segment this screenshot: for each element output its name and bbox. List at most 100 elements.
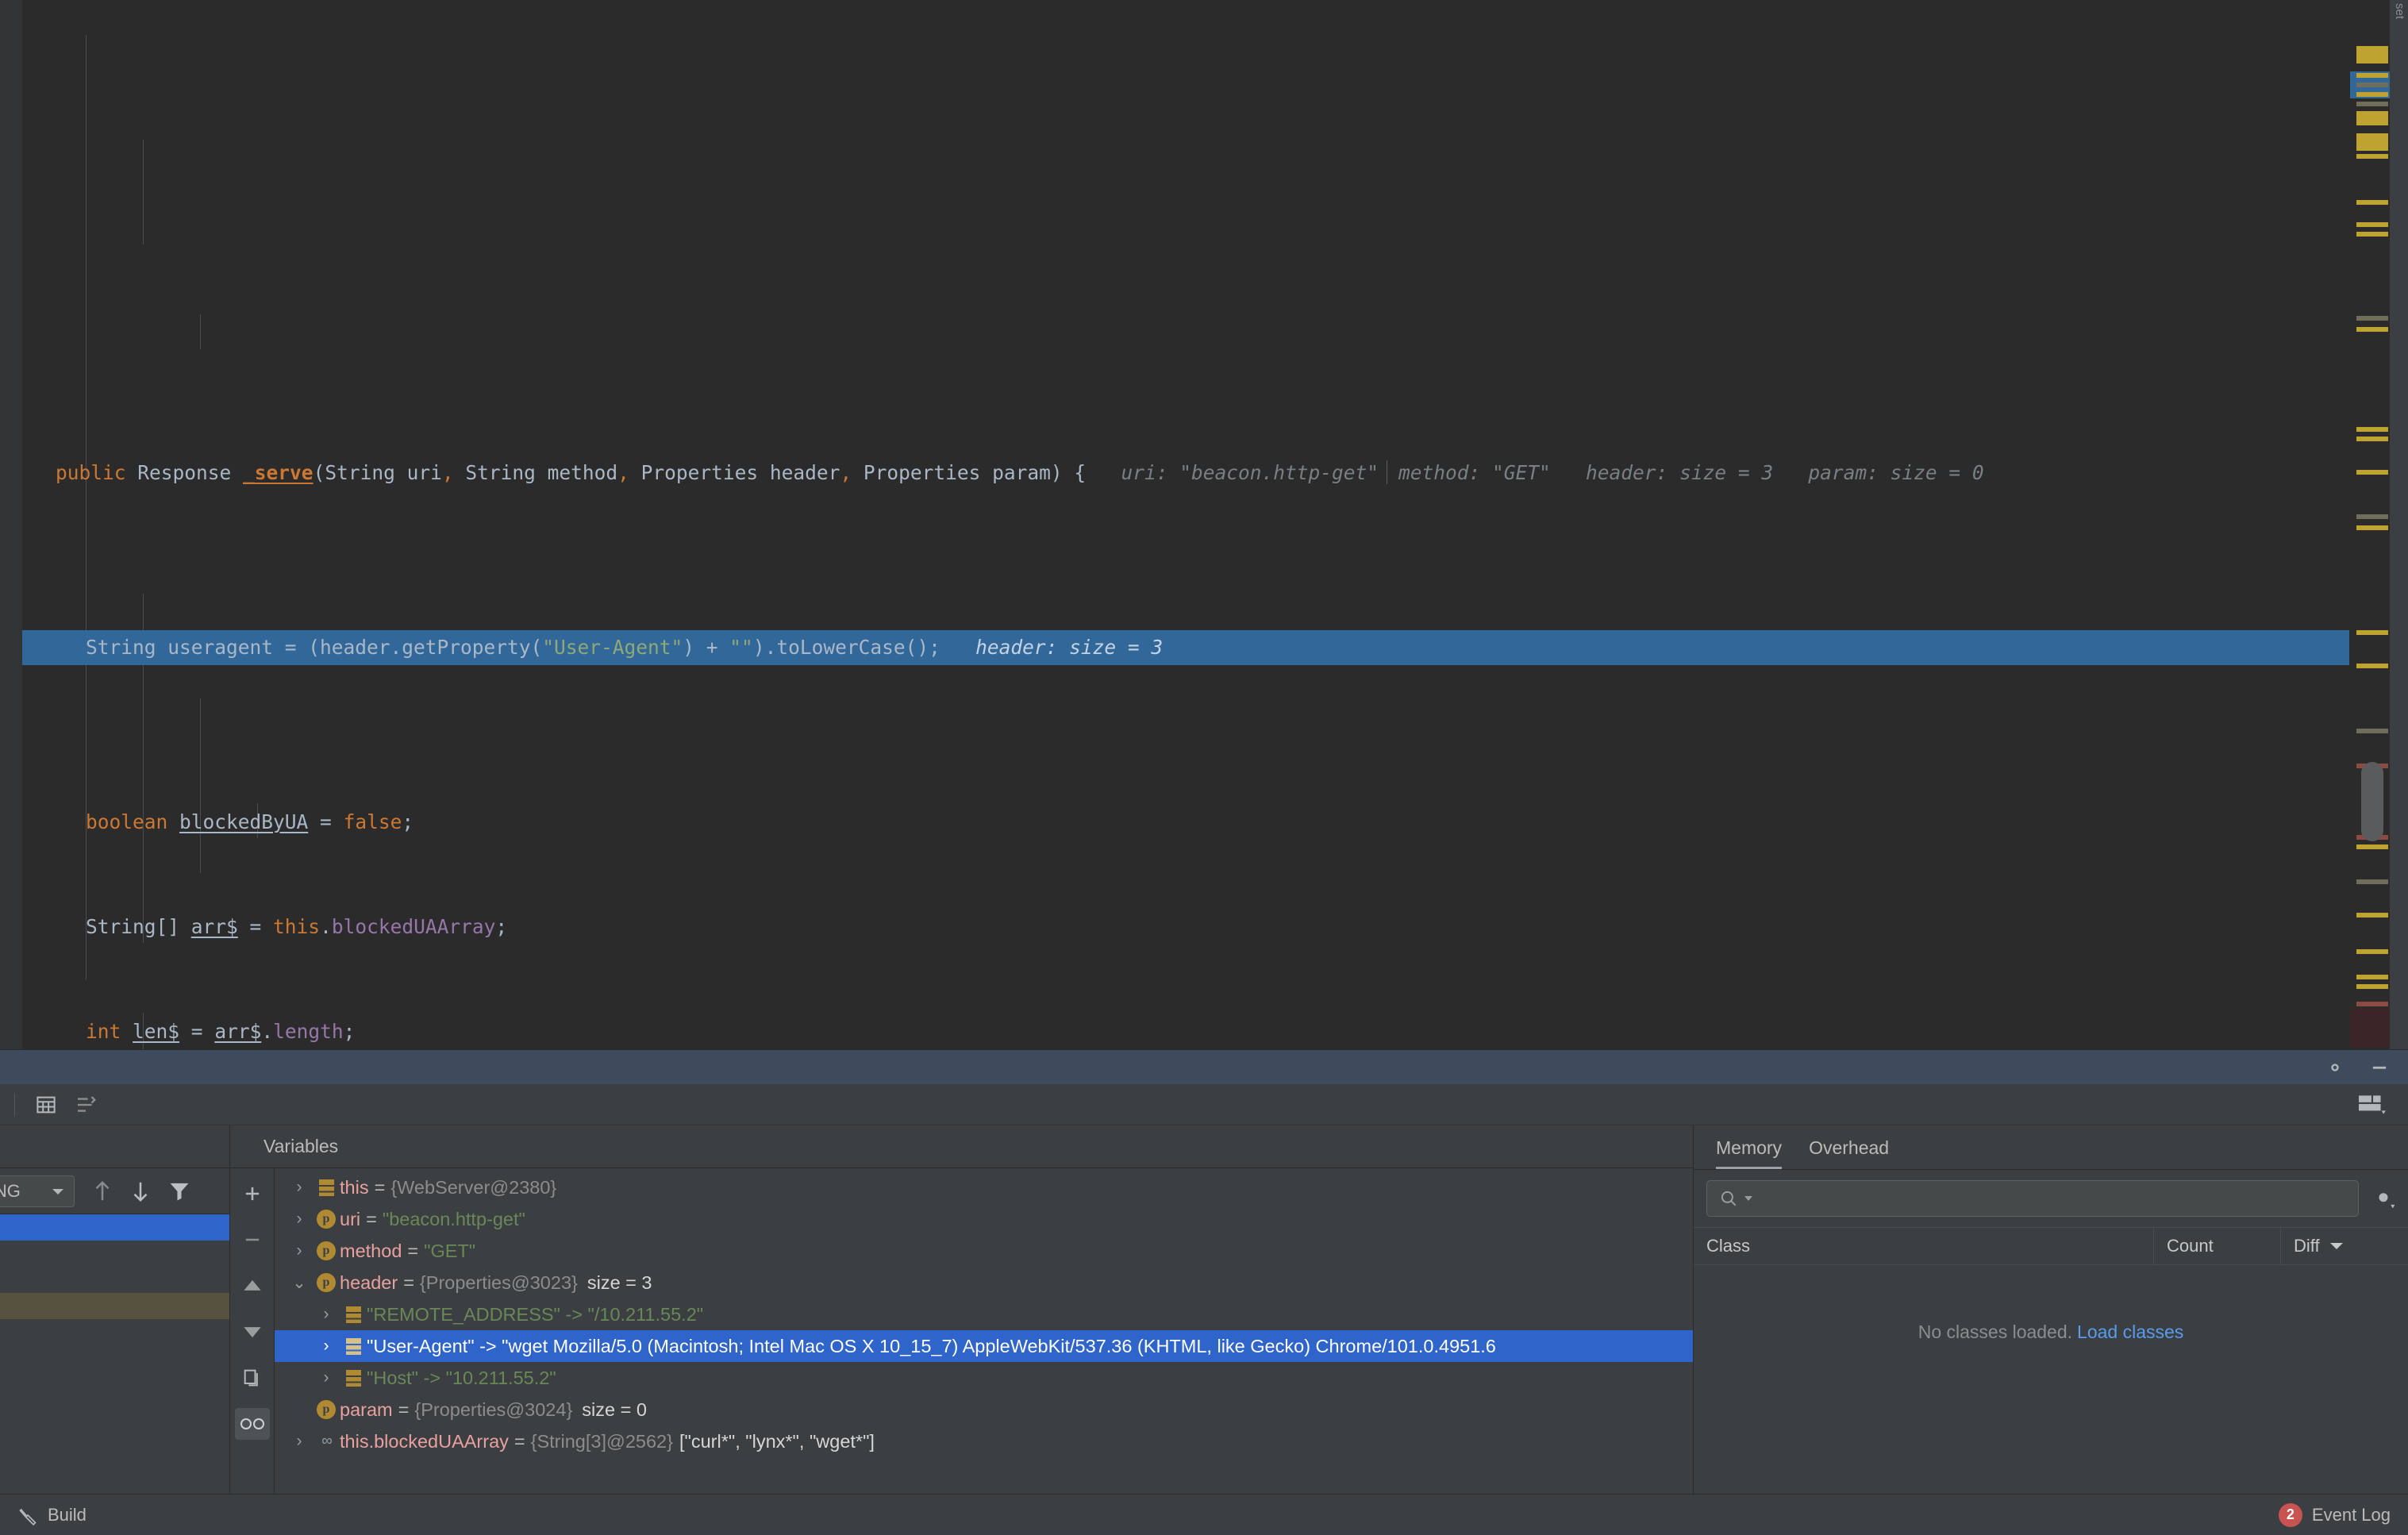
add-watch-button[interactable] (235, 1178, 270, 1210)
variable-row-user-agent[interactable]: › "User-Agent" -> "wget Mozilla/5.0 (Mac… (275, 1330, 1693, 1362)
frames-list[interactable] (0, 1214, 229, 1494)
memory-panel: Memory Overhead Class Count Diff No clas… (1694, 1125, 2408, 1494)
variables-tree[interactable]: › this = {WebServer@2380} › p uri = "bea… (275, 1168, 1693, 1494)
arrow-up-icon[interactable] (92, 1179, 113, 1203)
variable-row-this[interactable]: › this = {WebServer@2380} (275, 1171, 1693, 1203)
variable-row-header[interactable]: ⌄ p header = {Properties@3023} size = 3 (275, 1267, 1693, 1298)
expand-chevron-icon[interactable]: › (286, 1432, 313, 1451)
chevron-down-icon (50, 1186, 66, 1197)
memory-empty-text: No classes loaded. (1918, 1321, 2073, 1342)
remove-watch-button[interactable] (235, 1224, 270, 1256)
inlay-hint-current-label: header: (975, 636, 1058, 659)
expand-chevron-icon[interactable]: › (313, 1305, 340, 1324)
debug-body: NNING (0, 1125, 2408, 1494)
move-watch-down-button[interactable] (235, 1316, 270, 1348)
chevron-down-icon (1744, 1196, 1752, 1201)
stripe-label: set (2393, 3, 2406, 20)
parameter-icon: p (313, 1210, 340, 1229)
minimize-icon[interactable] (2368, 1056, 2391, 1079)
debug-toolbar[interactable] (0, 1084, 2408, 1125)
inlay-hint-param-value: size = 0 (1890, 461, 1984, 484)
variable-meta: size = 0 (582, 1398, 647, 1420)
variable-value: "User-Agent" -> "wget Mozilla/5.0 (Macin… (367, 1335, 1496, 1356)
frame-row[interactable] (0, 1241, 229, 1267)
variable-name: this.blockedUAArray (340, 1430, 509, 1452)
frame-row-library[interactable] (0, 1293, 229, 1319)
stripe-marker-warning[interactable] (2356, 46, 2388, 63)
frames-toolbar[interactable]: NNING (0, 1168, 229, 1214)
frames-panel[interactable]: NNING (0, 1125, 230, 1494)
search-icon (1721, 1191, 1737, 1206)
expand-chevron-icon[interactable]: › (286, 1178, 313, 1197)
expand-chevron-icon[interactable]: › (313, 1337, 340, 1356)
variable-row-remote-address[interactable]: › "REMOTE_ADDRESS" -> "/10.211.55.2" (275, 1298, 1693, 1330)
expand-chevron-icon[interactable]: › (313, 1368, 340, 1387)
expand-chevron-icon[interactable]: › (286, 1241, 313, 1260)
code-line: int len$ = arr$.length; (86, 1020, 356, 1043)
frame-row[interactable] (0, 1319, 229, 1345)
build-label[interactable]: Build (48, 1505, 87, 1525)
collapse-chevron-icon[interactable]: ⌄ (286, 1273, 313, 1293)
inlay-hint-current-value: size = 3 (1069, 636, 1164, 659)
map-entry-icon (313, 1179, 340, 1196)
variable-name: this (340, 1176, 369, 1198)
load-classes-link[interactable]: Load classes (2077, 1321, 2183, 1343)
variables-title: Variables (230, 1125, 1693, 1168)
filter-icon[interactable] (168, 1180, 190, 1202)
gear-icon[interactable] (2324, 1056, 2346, 1079)
variable-name: param (340, 1398, 393, 1420)
copy-value-button[interactable] (235, 1362, 270, 1394)
frame-row[interactable] (0, 1345, 229, 1371)
error-stripe-panel[interactable]: set (2349, 0, 2408, 1049)
memory-search-input[interactable] (1706, 1180, 2359, 1217)
variables-panel: Variables › this = {WebServer@2380} › p … (230, 1125, 1694, 1494)
frames-title-bar (0, 1125, 229, 1168)
variable-name: method (340, 1240, 402, 1261)
source-code: public Response _serve(String uri, Strin… (22, 0, 2408, 1049)
code-content-area[interactable]: public Response _serve(String uri, Strin… (22, 0, 2408, 1049)
variable-row-param[interactable]: p param = {Properties@3024} size = 0 (275, 1394, 1693, 1425)
variable-row-host[interactable]: › "Host" -> "10.211.55.2" (275, 1362, 1693, 1394)
variable-name: header (340, 1271, 398, 1293)
move-watch-up-button[interactable] (235, 1270, 270, 1302)
variable-value: "GET" (424, 1240, 476, 1261)
code-editor[interactable]: public Response _serve(String uri, Strin… (0, 0, 2408, 1049)
map-entry-icon (340, 1337, 367, 1355)
map-entry-icon (340, 1369, 367, 1387)
table-view-icon[interactable] (34, 1093, 58, 1117)
column-header-diff[interactable]: Diff (2281, 1228, 2408, 1264)
stripe-marker-warning[interactable] (2356, 133, 2388, 151)
error-stripe-track[interactable] (2350, 0, 2390, 1049)
frame-row-selected[interactable] (0, 1214, 229, 1241)
memory-table-header[interactable]: Class Count Diff (1694, 1227, 2408, 1265)
variable-ref: {String[3]@2562} (530, 1430, 673, 1452)
column-header-class[interactable]: Class (1694, 1228, 2154, 1264)
inlay-hint-uri-value: "beacon.http-get" (1179, 461, 1379, 484)
column-header-count[interactable]: Count (2154, 1228, 2281, 1264)
variable-ref: {Properties@3023} (419, 1271, 578, 1293)
frame-row[interactable] (0, 1267, 229, 1293)
sort-values-icon[interactable] (74, 1093, 98, 1117)
editor-scrollbar-thumb[interactable] (2361, 762, 2383, 841)
layout-settings-icon[interactable] (2359, 1093, 2387, 1117)
arrow-down-icon[interactable] (130, 1179, 151, 1203)
tab-overhead[interactable]: Overhead (1809, 1137, 1889, 1169)
variable-row-method[interactable]: › p method = "GET" (275, 1235, 1693, 1267)
inlay-hint-uri-label: uri: (1121, 461, 1168, 484)
memory-settings-icon[interactable] (2370, 1185, 2397, 1212)
expand-chevron-icon[interactable]: › (286, 1210, 313, 1229)
memory-tabs[interactable]: Memory Overhead (1694, 1125, 2408, 1170)
variables-side-toolbar[interactable] (230, 1168, 275, 1494)
thread-selector[interactable]: NNING (0, 1175, 75, 1207)
variable-row-uri[interactable]: › p uri = "beacon.http-get" (275, 1203, 1693, 1235)
toggle-watches-button[interactable] (234, 1408, 270, 1440)
editor-gutter[interactable] (0, 0, 22, 1049)
status-bar: Build 2 Event Log (0, 1494, 2408, 1535)
build-hammer-icon[interactable] (17, 1505, 38, 1525)
watch-glasses-icon: ∞ (321, 1433, 332, 1449)
variable-row-blocked-ua-array[interactable]: › ∞ this.blockedUAArray = {String[3]@256… (275, 1425, 1693, 1457)
inlay-hint-header-label: header: (1586, 461, 1668, 484)
event-log-label[interactable]: Event Log (2312, 1505, 2391, 1525)
parameter-icon: p (313, 1273, 340, 1292)
tab-memory[interactable]: Memory (1716, 1137, 1783, 1169)
